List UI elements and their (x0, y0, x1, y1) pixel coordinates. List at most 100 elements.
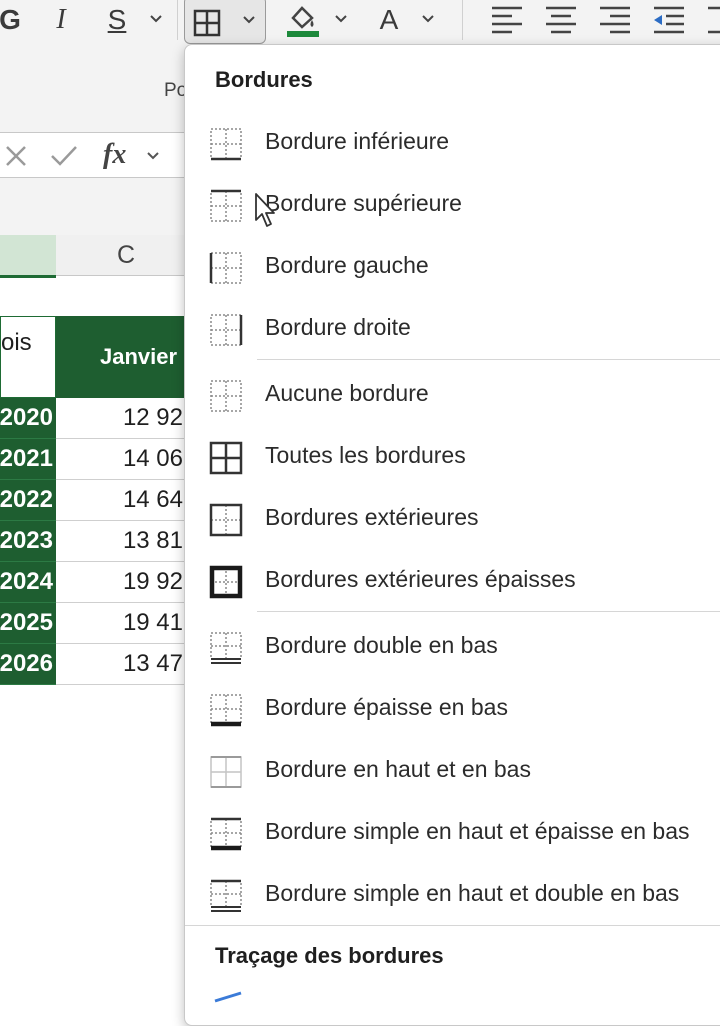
thick-outside-borders-icon (209, 565, 243, 599)
menu-item-all-borders[interactable]: Toutes les bordures (185, 427, 720, 483)
bold-glyph: G (0, 4, 21, 35)
menu-item-label: Toutes les bordures (265, 441, 466, 468)
decrease-indent-icon[interactable] (652, 4, 686, 34)
top-and-thick-bottom-border-icon (210, 817, 242, 851)
chevron-down-icon[interactable] (148, 10, 164, 26)
table-row-year[interactable]: 2023 (0, 521, 56, 562)
menu-item-thick-bottom-border[interactable]: Bordure épaisse en bas (185, 679, 720, 735)
italic-button[interactable]: I (44, 0, 78, 40)
align-right-icon[interactable] (598, 4, 632, 34)
table-cell-value[interactable]: 19 92 (56, 562, 196, 603)
cell-text: 19 41 (122, 609, 183, 636)
top-and-double-bottom-border-icon (210, 879, 242, 912)
border-left-icon (209, 252, 242, 284)
table-row-year[interactable]: 2021 (0, 439, 56, 480)
cell-text: 2023 (0, 527, 53, 554)
menu-item-top-and-thick-bottom-border[interactable]: Bordure simple en haut et épaisse en bas (185, 803, 720, 859)
underline-button[interactable]: S (100, 0, 134, 40)
border-bottom-icon (210, 128, 242, 161)
bold-button[interactable]: G (0, 0, 21, 40)
menu-item-label: Bordure double en bas (265, 631, 498, 658)
menu-item-border-bottom[interactable]: Bordure inférieure (185, 113, 720, 169)
draw-border-icon[interactable] (211, 991, 245, 1011)
menu-item-bottom-double-border[interactable]: Bordure double en bas (185, 617, 720, 673)
menu-divider (185, 925, 720, 926)
formula-bar-controls: fx (0, 132, 196, 178)
table-cell-value[interactable]: 14 06 (56, 439, 196, 480)
chevron-down-icon[interactable] (241, 11, 257, 27)
no-border-icon (210, 380, 242, 412)
menu-section-title: Bordures (215, 67, 313, 92)
cell-text: 2021 (0, 445, 53, 472)
menu-item-label: Bordure en haut et en bas (265, 755, 531, 782)
column-header-c[interactable]: C (56, 235, 196, 276)
menu-item-no-border[interactable]: Aucune bordure (185, 365, 720, 421)
column-header-label: C (116, 240, 136, 269)
column-header-b[interactable] (0, 235, 56, 278)
border-right-icon (210, 314, 243, 346)
font-color-glyph: A (379, 4, 399, 35)
cell-text: 14 06 (122, 445, 183, 472)
table-row-year[interactable]: 2024 (0, 562, 56, 603)
chevron-down-icon[interactable] (333, 10, 349, 26)
outside-borders-icon (209, 503, 243, 537)
all-borders-icon (193, 9, 221, 37)
table-row-year[interactable]: 2020 (0, 398, 56, 439)
menu-section-title: Traçage des bordures (215, 943, 444, 968)
align-center-icon[interactable] (544, 4, 578, 34)
cell-text: 2022 (0, 486, 53, 513)
top-and-bottom-border-icon (210, 756, 242, 788)
enter-check-icon[interactable] (49, 143, 79, 169)
mouse-cursor-icon (255, 193, 275, 227)
insert-function-button[interactable]: fx (103, 139, 126, 171)
table-cell-value[interactable]: 13 81 (56, 521, 196, 562)
underline-glyph: S (107, 4, 127, 35)
border-top-icon (210, 189, 242, 222)
table-row-year[interactable]: 2022 (0, 480, 56, 521)
chevron-down-icon[interactable] (145, 147, 161, 163)
table-cell-value[interactable]: 14 64 (56, 480, 196, 521)
menu-item-label: Bordures extérieures épaisses (265, 565, 576, 592)
cell-text: 2024 (0, 568, 53, 595)
menu-item-label: Aucune bordure (265, 379, 429, 406)
italic-glyph: I (56, 4, 66, 35)
menu-divider (257, 611, 720, 612)
cell-text: ois (1, 329, 32, 356)
increase-indent-icon[interactable] (706, 4, 720, 34)
menu-item-border-left[interactable]: Bordure gauche (185, 237, 720, 293)
menu-item-label: Bordure droite (265, 313, 411, 340)
font-color-button[interactable]: A (374, 0, 404, 40)
menu-divider (257, 359, 720, 360)
table-row-year[interactable]: 2025 (0, 603, 56, 644)
menu-item-top-and-double-bottom-border[interactable]: Bordure simple en haut et double en bas (185, 865, 720, 921)
cell-text: Janvier (100, 344, 178, 369)
menu-item-label: Bordure supérieure (265, 189, 462, 216)
borders-split-button[interactable] (184, 0, 266, 44)
cancel-icon[interactable] (3, 143, 29, 169)
menu-item-thick-outside-borders[interactable]: Bordures extérieures épaisses (185, 551, 720, 607)
fill-color-icon[interactable] (285, 2, 321, 38)
menu-item-top-and-bottom-border[interactable]: Bordure en haut et en bas (185, 741, 720, 797)
table-cell-value[interactable]: 13 47 (56, 644, 196, 685)
cell-text: 13 47 (122, 650, 183, 677)
menu-item-label: Bordure gauche (265, 251, 429, 278)
cell-text: 2026 (0, 650, 53, 677)
cell-text: 2020 (0, 404, 53, 431)
menu-item-label: Bordure simple en haut et double en bas (265, 879, 680, 906)
menu-item-label: Bordure simple en haut et épaisse en bas (265, 817, 690, 844)
menu-item-border-right[interactable]: Bordure droite (185, 299, 720, 355)
header-cell-janvier[interactable]: Janvier (56, 316, 196, 398)
table-cell-value[interactable]: 12 92 (56, 398, 196, 439)
table-row-year[interactable]: 2026 (0, 644, 56, 685)
selected-cell[interactable]: ois (0, 316, 56, 398)
menu-item-label: Bordures extérieures (265, 503, 479, 530)
ribbon-separator (177, 0, 178, 40)
cell-text: 12 92 (122, 404, 183, 431)
chevron-down-icon[interactable] (420, 10, 436, 26)
thick-bottom-border-icon (210, 694, 242, 727)
table-cell-value[interactable]: 19 41 (56, 603, 196, 644)
menu-item-outside-borders[interactable]: Bordures extérieures (185, 489, 720, 545)
cell-text: 2025 (0, 609, 53, 636)
align-left-icon[interactable] (490, 4, 524, 34)
cell-text: 14 64 (122, 486, 183, 513)
